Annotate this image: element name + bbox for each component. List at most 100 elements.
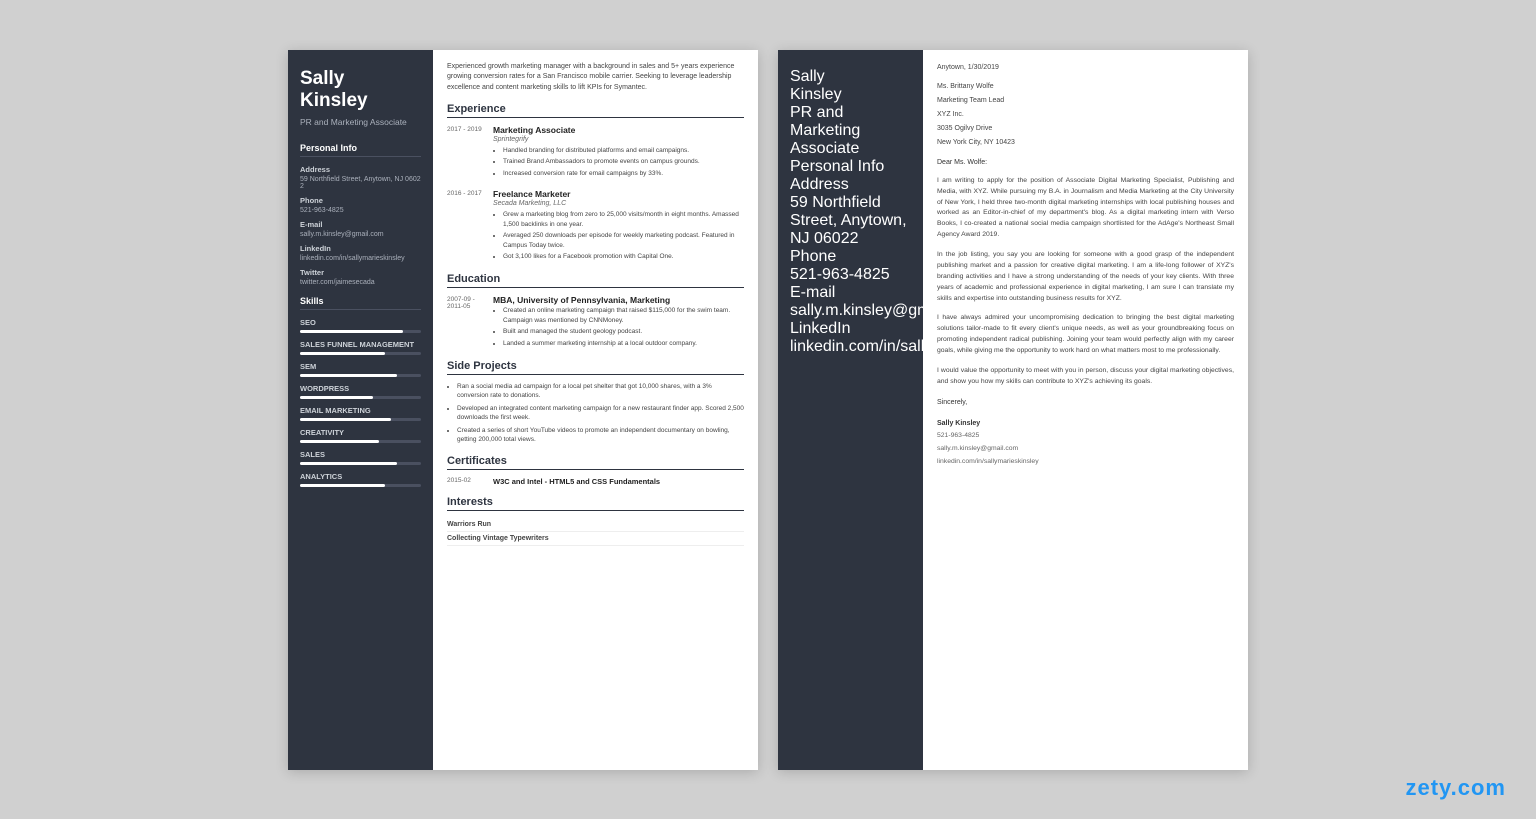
interests-container: Warriors RunCollecting Vintage Typewrite… xyxy=(447,518,744,546)
jobs-container: 2017 - 2019Marketing AssociateSprintegri… xyxy=(447,125,744,263)
cover-personal-info-title: Personal Info xyxy=(790,158,911,176)
skill-name: CREATIVITY xyxy=(300,428,421,437)
cover-linkedin-label: LinkedIn xyxy=(790,320,911,338)
resume-twitter-label: Twitter xyxy=(300,268,421,277)
cover-paragraphs: I am writing to apply for the position o… xyxy=(937,176,1234,388)
skill-item: ANALYTICS xyxy=(300,472,421,487)
cover-recipient-name: Ms. Brittany Wolfe xyxy=(937,81,1234,92)
resume-email-label: E-mail xyxy=(300,220,421,229)
resume-address-label: Address xyxy=(300,165,421,174)
resume-name: Sally Kinsley xyxy=(300,68,421,114)
edu-bullet: Built and managed the student geology po… xyxy=(503,327,744,336)
cover-company: XYZ Inc. xyxy=(937,109,1234,120)
skill-bar-fill xyxy=(300,418,391,421)
job-body: Marketing AssociateSprintegrify Handled b… xyxy=(493,125,700,180)
cover-paragraph: I would value the opportunity to meet wi… xyxy=(937,366,1234,388)
cover-sig-email: sally.m.kinsley@gmail.com xyxy=(937,444,1234,455)
skill-bar-bg xyxy=(300,330,421,333)
cover-job-title: PR and Marketing Associate xyxy=(790,104,911,158)
job-company: Sprintegrify xyxy=(493,136,700,143)
edu-container: 2007-09 - 2011-05MBA, University of Penn… xyxy=(447,295,744,350)
job-title: Freelance Marketer xyxy=(493,189,744,199)
cover-address: 3035 Ogilvy Drive xyxy=(937,123,1234,134)
skill-item: SALES FUNNEL MANAGEMENT xyxy=(300,340,421,355)
job-bullet: Handled branding for distributed platfor… xyxy=(503,146,700,155)
resume-linkedin-label: LinkedIn xyxy=(300,244,421,253)
skill-name: ANALYTICS xyxy=(300,472,421,481)
cover-paragraph: In the job listing, you say you are look… xyxy=(937,250,1234,304)
resume-summary: Experienced growth marketing manager wit… xyxy=(447,62,744,94)
job-date: 2016 - 2017 xyxy=(447,189,485,263)
job-bullet: Increased conversion rate for email camp… xyxy=(503,169,700,178)
skill-bar-bg xyxy=(300,374,421,377)
skill-bar-fill xyxy=(300,440,379,443)
job-bullet: Trained Brand Ambassadors to promote eve… xyxy=(503,157,700,166)
skill-bar-fill xyxy=(300,484,385,487)
skill-item: EMAIL MARKETING xyxy=(300,406,421,421)
cover-linkedin-value: linkedin.com/in/sallymarieskinsley xyxy=(790,338,911,356)
edu-title: MBA, University of Pennsylvania, Marketi… xyxy=(493,295,744,305)
cover-name: Sally Kinsley xyxy=(790,68,911,104)
skills-container: SEOSALES FUNNEL MANAGEMENTSEMWORDPRESSEM… xyxy=(300,318,421,487)
skill-bar-fill xyxy=(300,462,397,465)
cover-city-state: New York City, NY 10423 xyxy=(937,137,1234,148)
skill-item: SEM xyxy=(300,362,421,377)
job-date: 2017 - 2019 xyxy=(447,125,485,180)
side-projects-container: Ran a social media ad campaign for a loc… xyxy=(447,382,744,445)
side-projects-header: Side Projects xyxy=(447,360,744,375)
resume-linkedin-value: linkedin.com/in/sallymarieskinsley xyxy=(300,255,421,262)
resume-job-title: PR and Marketing Associate xyxy=(300,117,421,128)
cover-address-value: 59 Northfield Street, Anytown, NJ 06022 xyxy=(790,194,911,248)
edu-item: 2007-09 - 2011-05MBA, University of Penn… xyxy=(447,295,744,350)
resume-main-content: Experienced growth marketing manager wit… xyxy=(433,50,758,770)
job-bullets: Grew a marketing blog from zero to 25,00… xyxy=(493,210,744,261)
cert-container: 2015-02W3C and Intel - HTML5 and CSS Fun… xyxy=(447,477,744,486)
cover-sig-name: Sally Kinsley xyxy=(937,418,1234,429)
interest-item: Collecting Vintage Typewriters xyxy=(447,532,744,546)
edu-body: MBA, University of Pennsylvania, Marketi… xyxy=(493,295,744,350)
job-bullet: Averaged 250 downloads per episode for w… xyxy=(503,231,744,250)
cert-date: 2015-02 xyxy=(447,477,485,486)
skill-bar-fill xyxy=(300,330,403,333)
resume-address-value: 59 Northfield Street, Anytown, NJ 06022 xyxy=(300,176,421,190)
interests-header: Interests xyxy=(447,496,744,511)
edu-bullet: Created an online marketing campaign tha… xyxy=(503,306,744,325)
skill-item: SALES xyxy=(300,450,421,465)
skill-item: SEO xyxy=(300,318,421,333)
cover-date: Anytown, 1/30/2019 xyxy=(937,62,1234,73)
skill-name: SEM xyxy=(300,362,421,371)
side-project-item: Created a series of short YouTube videos… xyxy=(457,426,744,445)
education-header: Education xyxy=(447,273,744,288)
skill-bar-fill xyxy=(300,396,373,399)
cover-paragraph: I am writing to apply for the position o… xyxy=(937,176,1234,241)
resume-skills-title: Skills xyxy=(300,296,421,310)
skill-name: SALES FUNNEL MANAGEMENT xyxy=(300,340,421,349)
cover-recipient-title: Marketing Team Lead xyxy=(937,95,1234,106)
job-body: Freelance MarketerSecada Marketing, LLC G… xyxy=(493,189,744,263)
resume-phone-label: Phone xyxy=(300,196,421,205)
resume-card: Sally Kinsley PR and Marketing Associate… xyxy=(288,50,758,770)
skill-bar-bg xyxy=(300,484,421,487)
resume-twitter-value: twitter.com/jaimesecada xyxy=(300,279,421,286)
cover-last-name: Kinsley xyxy=(790,86,842,103)
edu-bullet: Landed a summer marketing internship at … xyxy=(503,339,744,348)
skill-name: EMAIL MARKETING xyxy=(300,406,421,415)
job-item: 2017 - 2019Marketing AssociateSprintegri… xyxy=(447,125,744,180)
cover-card: Sally Kinsley PR and Marketing Associate… xyxy=(778,50,1248,770)
resume-email-value: sally.m.kinsley@gmail.com xyxy=(300,231,421,238)
cover-phone-label: Phone xyxy=(790,248,911,266)
cover-email-value: sally.m.kinsley@gmail.com xyxy=(790,302,911,320)
skill-bar-bg xyxy=(300,352,421,355)
cover-paragraph: I have always admired your uncompromisin… xyxy=(937,313,1234,357)
experience-header: Experience xyxy=(447,103,744,118)
zety-brand: zety.com xyxy=(1405,775,1506,801)
cover-phone-value: 521-963-4825 xyxy=(790,266,911,284)
edu-bullets: Created an online marketing campaign tha… xyxy=(493,306,744,348)
job-company: Secada Marketing, LLC xyxy=(493,200,744,207)
certificates-header: Certificates xyxy=(447,455,744,470)
skill-name: SEO xyxy=(300,318,421,327)
job-title: Marketing Associate xyxy=(493,125,700,135)
skill-bar-fill xyxy=(300,374,397,377)
zety-label: zety.com xyxy=(1405,775,1506,800)
interest-item: Warriors Run xyxy=(447,518,744,532)
